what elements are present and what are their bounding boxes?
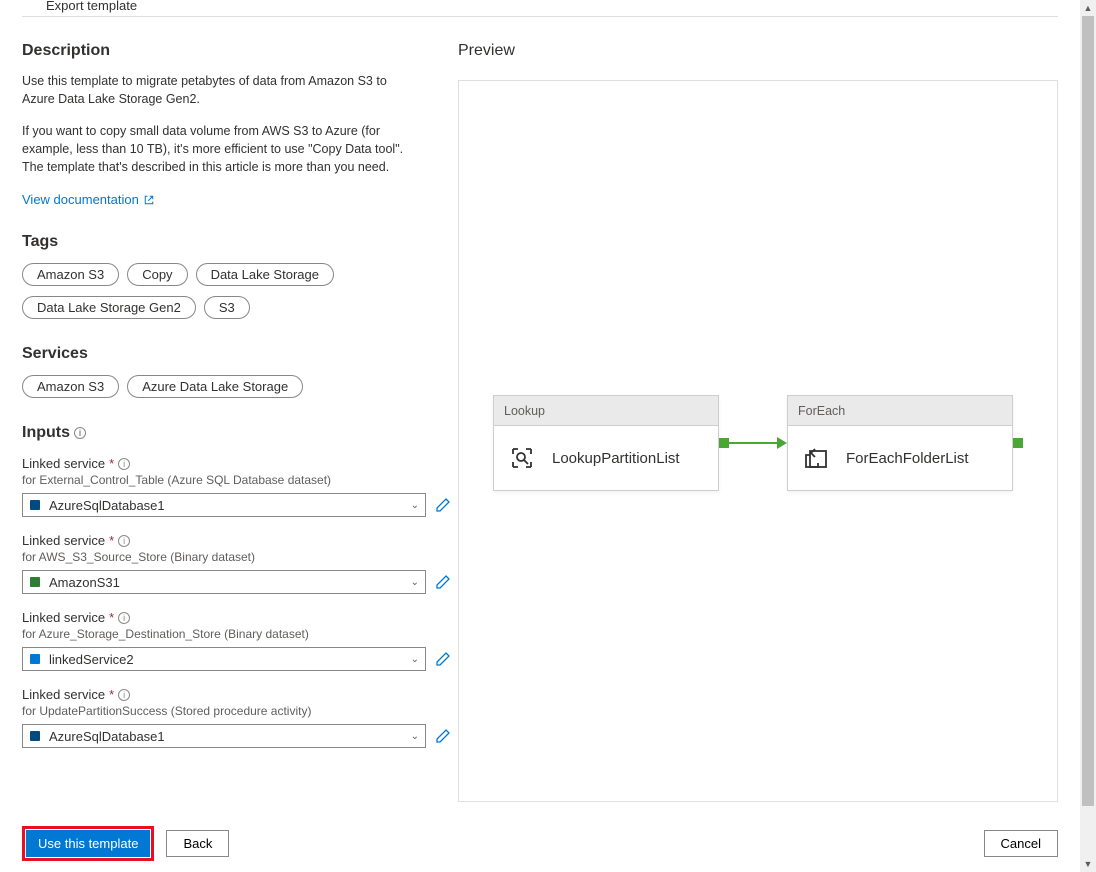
select-value-1: AmazonS31 bbox=[49, 575, 120, 590]
edit-icon[interactable] bbox=[434, 496, 452, 514]
node-output-port[interactable] bbox=[1013, 438, 1023, 448]
use-this-template-button[interactable]: Use this template bbox=[26, 830, 150, 857]
node-type-label: Lookup bbox=[494, 396, 718, 426]
description-heading: Description bbox=[22, 42, 452, 60]
edit-icon[interactable] bbox=[434, 727, 452, 745]
linked-service-select-2[interactable]: linkedService2 ⌄ bbox=[22, 647, 426, 671]
highlight-annotation: Use this template bbox=[22, 826, 154, 861]
amazon-s3-icon bbox=[29, 575, 43, 589]
tag-copy[interactable]: Copy bbox=[127, 263, 187, 286]
external-link-icon bbox=[143, 194, 155, 206]
sql-database-icon bbox=[29, 729, 43, 743]
preview-heading: Preview bbox=[458, 42, 1058, 60]
chevron-down-icon: ⌄ bbox=[411, 500, 419, 511]
tag-data-lake-storage-gen2[interactable]: Data Lake Storage Gen2 bbox=[22, 296, 196, 319]
sql-database-icon bbox=[29, 498, 43, 512]
linked-service-select-1[interactable]: AmazonS31 ⌄ bbox=[22, 570, 426, 594]
tags-heading: Tags bbox=[22, 233, 452, 251]
lookup-icon bbox=[506, 442, 538, 474]
info-icon[interactable]: i bbox=[118, 612, 130, 624]
scroll-down-arrow[interactable]: ▼ bbox=[1080, 856, 1096, 872]
inputs-heading: Inputs bbox=[22, 424, 70, 442]
required-marker: * bbox=[109, 533, 114, 548]
info-icon[interactable]: i bbox=[118, 458, 130, 470]
chevron-down-icon: ⌄ bbox=[411, 577, 419, 588]
preview-canvas[interactable]: Lookup LookupPartitionList ForEach bbox=[458, 80, 1058, 802]
scroll-up-arrow[interactable]: ▲ bbox=[1080, 0, 1096, 16]
select-value-3: AzureSqlDatabase1 bbox=[49, 729, 165, 744]
chevron-down-icon: ⌄ bbox=[411, 654, 419, 665]
field-sub-0: for External_Control_Table (Azure SQL Da… bbox=[22, 473, 452, 487]
description-para1: Use this template to migrate petabytes o… bbox=[22, 72, 422, 108]
edit-icon[interactable] bbox=[434, 650, 452, 668]
link-label: View documentation bbox=[22, 192, 139, 207]
chevron-down-icon: ⌄ bbox=[411, 731, 419, 742]
linked-service-select-0[interactable]: AzureSqlDatabase1 ⌄ bbox=[22, 493, 426, 517]
linked-service-select-3[interactable]: AzureSqlDatabase1 ⌄ bbox=[22, 724, 426, 748]
node-title: LookupPartitionList bbox=[552, 450, 680, 467]
back-button[interactable]: Back bbox=[166, 830, 229, 857]
required-marker: * bbox=[109, 687, 114, 702]
select-value-2: linkedService2 bbox=[49, 652, 134, 667]
view-documentation-link[interactable]: View documentation bbox=[22, 192, 155, 207]
divider bbox=[22, 16, 1058, 17]
connector-line bbox=[729, 442, 779, 444]
foreach-icon bbox=[800, 442, 832, 474]
breadcrumb-item[interactable]: Export template bbox=[46, 0, 137, 13]
info-icon[interactable]: i bbox=[118, 689, 130, 701]
cancel-button[interactable]: Cancel bbox=[984, 830, 1058, 857]
services-heading: Services bbox=[22, 345, 452, 363]
select-value-0: AzureSqlDatabase1 bbox=[49, 498, 165, 513]
node-output-port[interactable] bbox=[719, 438, 729, 448]
info-icon[interactable]: i bbox=[74, 427, 86, 439]
pipeline-node-foreach[interactable]: ForEach ForEachFolderList bbox=[787, 395, 1013, 491]
scrollbar-thumb[interactable] bbox=[1082, 16, 1094, 806]
tag-data-lake-storage[interactable]: Data Lake Storage bbox=[196, 263, 334, 286]
field-sub-3: for UpdatePartitionSuccess (Stored proce… bbox=[22, 704, 452, 718]
pipeline-node-lookup[interactable]: Lookup LookupPartitionList bbox=[493, 395, 719, 491]
tag-s3[interactable]: S3 bbox=[204, 296, 250, 319]
field-label-0: Linked service bbox=[22, 456, 105, 471]
info-icon[interactable]: i bbox=[118, 535, 130, 547]
vertical-scrollbar[interactable]: ▲ ▼ bbox=[1080, 0, 1096, 872]
field-sub-1: for AWS_S3_Source_Store (Binary dataset) bbox=[22, 550, 452, 564]
description-para2: If you want to copy small data volume fr… bbox=[22, 122, 422, 176]
field-label-1: Linked service bbox=[22, 533, 105, 548]
storage-icon bbox=[29, 652, 43, 666]
required-marker: * bbox=[109, 610, 114, 625]
service-amazon-s3[interactable]: Amazon S3 bbox=[22, 375, 119, 398]
required-marker: * bbox=[109, 456, 114, 471]
field-sub-2: for Azure_Storage_Destination_Store (Bin… bbox=[22, 627, 452, 641]
tag-amazon-s3[interactable]: Amazon S3 bbox=[22, 263, 119, 286]
node-type-label: ForEach bbox=[788, 396, 1012, 426]
field-label-3: Linked service bbox=[22, 687, 105, 702]
node-title: ForEachFolderList bbox=[846, 450, 969, 467]
field-label-2: Linked service bbox=[22, 610, 105, 625]
service-adls[interactable]: Azure Data Lake Storage bbox=[127, 375, 303, 398]
arrow-icon bbox=[777, 437, 787, 449]
edit-icon[interactable] bbox=[434, 573, 452, 591]
